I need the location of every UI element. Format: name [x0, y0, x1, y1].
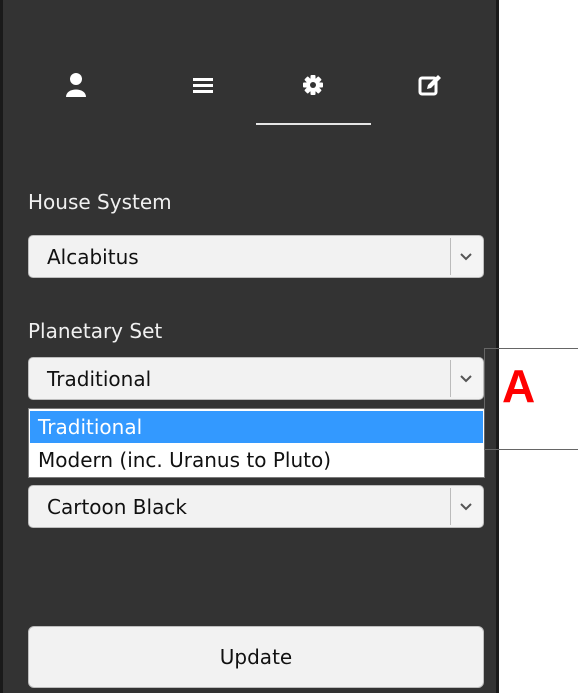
house-system-select[interactable]: Alcabitus	[28, 235, 484, 278]
chevron-down-icon[interactable]	[450, 488, 481, 525]
theme-value: Cartoon Black	[47, 495, 187, 519]
house-system-label: House System	[28, 190, 172, 214]
option-modern[interactable]: Modern (inc. Uranus to Pluto)	[30, 444, 483, 476]
edit-icon	[418, 75, 441, 96]
planetary-set-value: Traditional	[47, 367, 152, 391]
tab-settings[interactable]	[288, 72, 338, 112]
house-system-value: Alcabitus	[47, 245, 139, 269]
active-tab-indicator	[256, 123, 371, 125]
menu-icon	[193, 78, 213, 93]
update-button[interactable]: Update	[28, 626, 484, 688]
option-traditional[interactable]: Traditional	[30, 411, 483, 443]
settings-panel: House System Alcabitus Planetary Set Tra…	[0, 0, 499, 693]
user-icon	[66, 73, 86, 97]
theme-select[interactable]: Cartoon Black	[28, 485, 484, 528]
chevron-down-icon[interactable]	[450, 360, 481, 397]
gear-icon	[303, 75, 323, 95]
planetary-set-options: Traditional Modern (inc. Uranus to Pluto…	[28, 408, 485, 478]
planetary-set-select[interactable]: Traditional	[28, 357, 484, 400]
callout-label: A	[502, 360, 536, 412]
planetary-set-label: Planetary Set	[28, 319, 163, 343]
chevron-down-icon[interactable]	[450, 238, 481, 275]
tab-profile[interactable]	[51, 72, 101, 112]
tab-menu[interactable]	[178, 72, 228, 112]
tab-edit[interactable]	[405, 72, 455, 112]
